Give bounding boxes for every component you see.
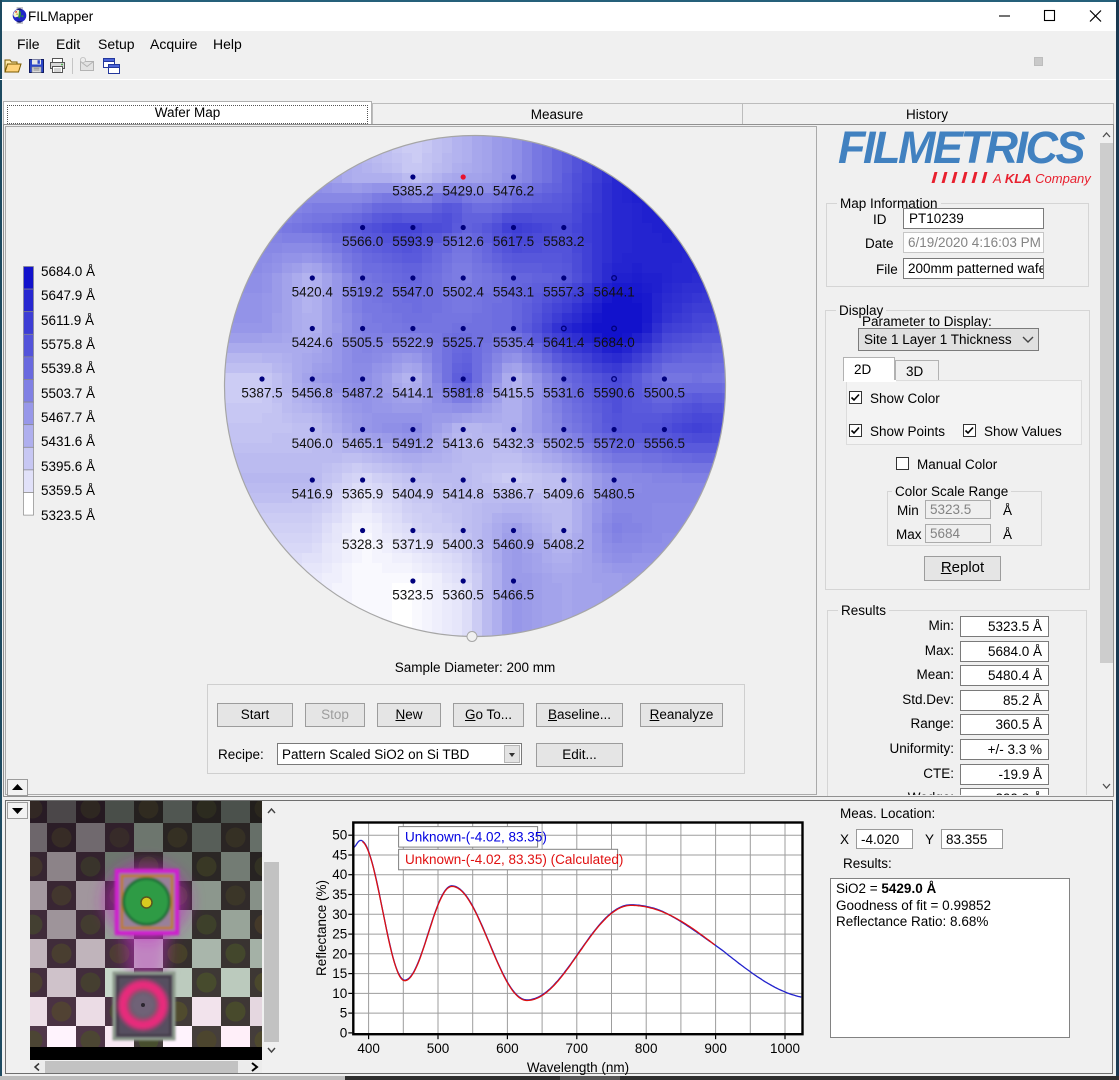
svg-text:5413.6: 5413.6 [443,436,484,451]
svg-text:5531.6: 5531.6 [543,386,584,401]
svg-text:5415.5: 5415.5 [493,386,534,401]
svg-text:5547.0: 5547.0 [392,285,433,300]
svg-text:30: 30 [332,907,347,922]
svg-text:5502.5: 5502.5 [543,436,584,451]
svg-text:5408.2: 5408.2 [543,537,584,552]
svg-text:5557.3: 5557.3 [543,285,584,300]
svg-text:5414.8: 5414.8 [443,487,484,502]
svg-text:1000: 1000 [770,1041,800,1056]
svg-text:5519.2: 5519.2 [342,285,383,300]
svg-text:5500.5: 5500.5 [644,386,685,401]
svg-text:5406.0: 5406.0 [292,436,333,451]
svg-text:5491.2: 5491.2 [392,436,433,451]
svg-text:5644.1: 5644.1 [593,285,634,300]
svg-text:5556.5: 5556.5 [644,436,685,451]
svg-text:5505.5: 5505.5 [342,335,383,350]
svg-text:800: 800 [635,1041,658,1056]
svg-text:5400.3: 5400.3 [443,537,484,552]
svg-text:5466.5: 5466.5 [493,588,534,603]
svg-text:5385.2: 5385.2 [392,184,433,199]
svg-text:5460.9: 5460.9 [493,537,534,552]
svg-text:50: 50 [332,828,347,843]
svg-text:5543.1: 5543.1 [493,285,534,300]
svg-text:5432.3: 5432.3 [493,436,534,451]
svg-text:5581.8: 5581.8 [443,386,484,401]
svg-text:Wavelength (nm): Wavelength (nm) [527,1060,629,1075]
svg-text:5522.9: 5522.9 [392,335,433,350]
svg-text:5456.8: 5456.8 [292,386,333,401]
svg-text:Unknown-(-4.02, 83.35) (Calcul: Unknown-(-4.02, 83.35) (Calculated) [405,852,623,867]
svg-text:600: 600 [496,1041,519,1056]
svg-text:5420.4: 5420.4 [292,285,334,300]
svg-text:5424.6: 5424.6 [292,335,333,350]
svg-text:5476.2: 5476.2 [493,184,534,199]
svg-text:900: 900 [704,1041,727,1056]
svg-text:5429.0: 5429.0 [443,184,484,199]
svg-text:5323.5: 5323.5 [392,588,433,603]
svg-text:5480.5: 5480.5 [593,487,634,502]
svg-text:5386.7: 5386.7 [493,487,534,502]
svg-text:5525.7: 5525.7 [443,335,484,350]
svg-text:45: 45 [332,848,347,863]
svg-text:15: 15 [332,966,347,981]
svg-text:5684.0: 5684.0 [593,335,634,350]
svg-text:10: 10 [332,986,347,1001]
svg-text:5535.4: 5535.4 [493,335,535,350]
svg-text:5590.6: 5590.6 [593,386,634,401]
svg-text:700: 700 [566,1041,589,1056]
svg-text:5593.9: 5593.9 [392,234,433,249]
svg-text:5365.9: 5365.9 [342,487,383,502]
svg-text:5416.9: 5416.9 [292,487,333,502]
svg-text:Reflectance (%): Reflectance (%) [314,880,329,976]
svg-text:25: 25 [332,927,347,942]
svg-text:5487.2: 5487.2 [342,386,383,401]
svg-text:5387.5: 5387.5 [241,386,282,401]
svg-text:0: 0 [340,1025,348,1040]
svg-text:500: 500 [427,1041,450,1056]
svg-text:5465.1: 5465.1 [342,436,383,451]
svg-text:5566.0: 5566.0 [342,234,383,249]
svg-text:5583.2: 5583.2 [543,234,584,249]
svg-text:35: 35 [332,887,347,902]
svg-text:5414.1: 5414.1 [392,386,433,401]
svg-text:5572.0: 5572.0 [593,436,634,451]
svg-text:5641.4: 5641.4 [543,335,585,350]
svg-text:5328.3: 5328.3 [342,537,383,552]
svg-text:20: 20 [332,946,347,961]
svg-text:400: 400 [357,1041,380,1056]
svg-text:5404.9: 5404.9 [392,487,433,502]
svg-text:5360.5: 5360.5 [443,588,484,603]
svg-text:5409.6: 5409.6 [543,487,584,502]
svg-text:5502.4: 5502.4 [443,285,485,300]
svg-text:5512.6: 5512.6 [443,234,484,249]
svg-text:40: 40 [332,867,347,882]
svg-text:5: 5 [340,1006,348,1021]
svg-text:5371.9: 5371.9 [392,537,433,552]
svg-text:Unknown-(-4.02, 83.35): Unknown-(-4.02, 83.35) [405,830,547,845]
svg-text:5617.5: 5617.5 [493,234,534,249]
